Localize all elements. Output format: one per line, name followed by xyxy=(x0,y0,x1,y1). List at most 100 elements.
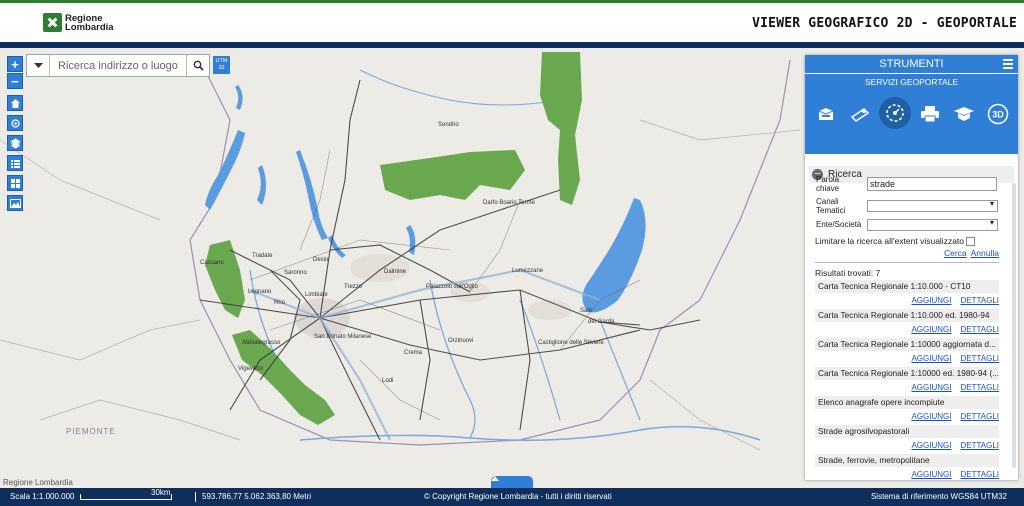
crs-toggle-button[interactable]: UTM 32 xyxy=(213,56,230,74)
result-title: Strade agrosilvopastorali xyxy=(815,425,999,439)
details-result-link[interactable]: DETTAGLI xyxy=(960,441,999,450)
details-result-link[interactable]: DETTAGLI xyxy=(960,325,999,334)
map-label-darfo: Darfo Boario Terme xyxy=(483,200,535,206)
status-bar: Scala 1:1.000.000 30km 593.786,77 5.062.… xyxy=(0,488,1024,506)
services-title: SERVIZI GEOPORTALE xyxy=(864,77,959,87)
add-result-link[interactable]: AGGIUNGI xyxy=(911,412,951,421)
search-tool-icon[interactable] xyxy=(879,97,911,129)
keyword-input[interactable]: strade xyxy=(867,177,997,191)
map-label-vigevano: Vigevano xyxy=(238,366,263,372)
search-type-dropdown[interactable] xyxy=(27,55,50,76)
details-result-link[interactable]: DETTAGLI xyxy=(960,354,999,363)
caret-down-icon xyxy=(33,63,43,68)
limit-extent-checkbox[interactable] xyxy=(966,237,976,247)
result-title: Carta Tecnica Regionale 1:10.000 - CT10 xyxy=(815,280,999,294)
add-result-link[interactable]: AGGIUNGI xyxy=(911,354,951,363)
search-box xyxy=(26,54,210,77)
logo-line2: Lombardia xyxy=(65,21,114,33)
search-link[interactable]: Cerca xyxy=(944,248,967,258)
channels-select[interactable] xyxy=(867,199,998,212)
map-label-abbiategrasso: Abbiategrasso xyxy=(242,340,281,346)
details-result-link[interactable]: DETTAGLI xyxy=(960,412,999,421)
app-title: VIEWER GEOGRAFICO 2D - GEOPORTALE xyxy=(752,16,1017,31)
list-icon xyxy=(10,159,20,168)
regione-lombardia-logo[interactable]: Regione Lombardia xyxy=(43,13,114,33)
details-result-link[interactable]: DETTAGLI xyxy=(960,296,999,305)
keyword-label: Parola chiave xyxy=(816,175,840,193)
list-item: Carta Tecnica Regionale 1:10000 aggiorna… xyxy=(815,338,999,367)
home-button[interactable] xyxy=(7,95,23,111)
map-label-palazzolo: Palazzolo sull'Oglio xyxy=(426,284,478,290)
list-item: Strade agrosilvopastorali AGGIUNGI DETTAG… xyxy=(815,425,999,454)
result-title: Carta Tecnica Regionale 1:10000 ed. 1980… xyxy=(815,367,999,381)
search-form: Parola chiave strade Canali Tematici Ent… xyxy=(815,175,999,483)
utm-label: UTM xyxy=(215,58,228,64)
add-result-link[interactable]: AGGIUNGI xyxy=(911,296,951,305)
map-label-saronno: Saronno xyxy=(284,270,307,276)
cancel-link[interactable]: Annulla xyxy=(971,248,999,258)
map-label-lumezzane: Lumezzane xyxy=(512,268,544,274)
add-result-link[interactable]: AGGIUNGI xyxy=(911,470,951,479)
limit-extent-label: Limitare la ricerca all'extent visualizz… xyxy=(815,236,965,246)
panel-title: STRUMENTI xyxy=(879,58,944,70)
zoom-in-button[interactable]: + xyxy=(7,56,23,72)
basemap-button[interactable] xyxy=(7,195,23,211)
map-scale: Scala 1:1.000.000 xyxy=(10,492,75,501)
list-item: Elenco anagrafe opere incompiute AGGIUNG… xyxy=(815,396,999,425)
map-label-salo: Salò xyxy=(580,308,593,314)
map-label-dalmine: Dalmine xyxy=(384,269,407,275)
map-label-trezzo: Trezzo xyxy=(344,284,363,290)
copyright: © Copyright Regione Lombardia - tutti i … xyxy=(424,492,612,501)
map-label-cassano: Cassano xyxy=(200,260,224,266)
tools-panel: STRUMENTI SERVIZI GEOPORTALE 3D – Ricerc… xyxy=(805,55,1018,480)
map-label-sondrio: Sondrio xyxy=(438,122,459,128)
crs-label: Sistema di riferimento WGS84 UTM32 xyxy=(870,492,1007,501)
measure-tool-icon[interactable] xyxy=(847,101,873,127)
add-result-link[interactable]: AGGIUNGI xyxy=(911,383,951,392)
list-item: Carta Tecnica Regionale 1:10.000 ed. 198… xyxy=(815,309,999,338)
map-label-castiglione: Castiglione delle Stiviere xyxy=(538,340,604,346)
search-input[interactable] xyxy=(50,55,186,76)
details-result-link[interactable]: DETTAGLI xyxy=(960,470,999,479)
map-label-lodi: Lodi xyxy=(382,378,394,384)
entity-select[interactable] xyxy=(867,218,998,231)
map-label-piemonte: PIEMONTE xyxy=(66,427,116,436)
result-title: Carta Tecnica Regionale 1:10.000 ed. 198… xyxy=(815,309,999,323)
map-label-tradate: Tradate xyxy=(252,253,273,259)
map-label-desio: Desio xyxy=(313,257,329,263)
legend-button[interactable] xyxy=(7,155,23,171)
grid-icon xyxy=(10,178,20,188)
collapse-footer-button[interactable] xyxy=(491,476,533,488)
list-item: Strade, ferrovie, metropolitane AGGIUNGI… xyxy=(815,454,999,483)
channels-label: Canali Tematici xyxy=(816,197,846,215)
layers-tool-icon[interactable] xyxy=(813,101,839,127)
search-button[interactable] xyxy=(186,55,210,76)
results-count: Risultati trovati: 7 xyxy=(815,268,881,279)
grid-button[interactable] xyxy=(7,175,23,191)
header: Regione Lombardia VIEWER GEOGRAFICO 2D -… xyxy=(0,0,1024,42)
locate-button[interactable] xyxy=(7,115,23,131)
map-label-san-donato: San Donato Milanese xyxy=(314,334,372,340)
divider xyxy=(815,262,999,264)
map-label-crema: Crema xyxy=(404,350,423,356)
print-tool-icon[interactable] xyxy=(917,101,943,127)
layers-button[interactable] xyxy=(7,135,23,151)
add-result-link[interactable]: AGGIUNGI xyxy=(911,325,951,334)
result-title: Strade, ferrovie, metropolitane xyxy=(815,454,999,468)
services-bar: SERVIZI GEOPORTALE 3D xyxy=(805,74,1018,154)
3d-tool-icon[interactable]: 3D xyxy=(985,101,1011,127)
zoom-out-button[interactable]: − xyxy=(7,73,23,89)
map-label-limbiate: Limbiate xyxy=(305,292,328,298)
footer-divider xyxy=(195,492,196,502)
hamburger-menu-icon[interactable] xyxy=(1003,59,1013,69)
details-result-link[interactable]: DETTAGLI xyxy=(960,383,999,392)
entity-label: Ente/Società xyxy=(816,220,862,229)
catalog-tool-icon[interactable] xyxy=(951,101,977,127)
search-icon xyxy=(193,60,204,71)
panel-scrollbar[interactable] xyxy=(1012,183,1016,468)
panel-header: STRUMENTI xyxy=(805,55,1018,74)
add-result-link[interactable]: AGGIUNGI xyxy=(911,441,951,450)
cursor-coordinates: 593.786,77 5.062.363,80 Metri xyxy=(202,492,311,501)
chevron-up-icon xyxy=(491,476,499,481)
locate-icon xyxy=(10,118,20,128)
